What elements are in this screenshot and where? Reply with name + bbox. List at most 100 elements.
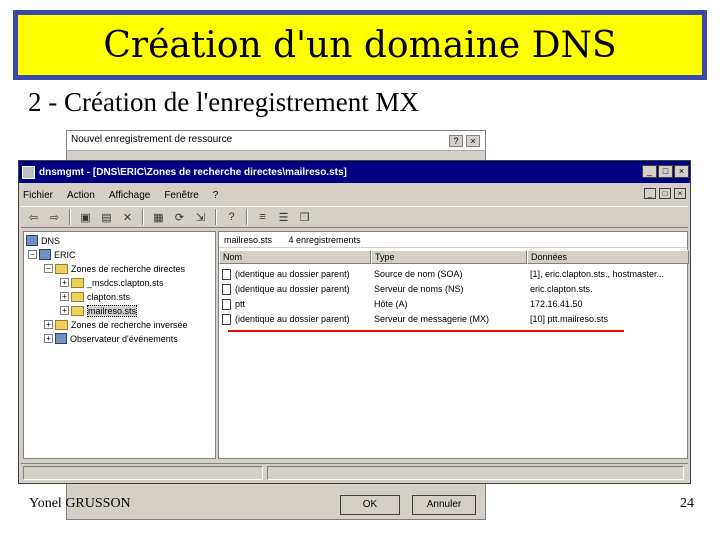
tree-item-forward-zones[interactable]: − Zones de recherche directes xyxy=(44,262,185,275)
tree-item-zone-clapton[interactable]: + clapton.sts xyxy=(60,290,130,303)
record-icon xyxy=(222,284,231,295)
child-close-button[interactable]: × xyxy=(674,188,686,199)
tree-item-zone-msdcs[interactable]: + _msdcs.clapton.sts xyxy=(60,276,164,289)
cell-name: (identique au dossier parent) xyxy=(235,269,350,279)
expand-icon[interactable]: + xyxy=(60,292,69,301)
expand-icon[interactable]: + xyxy=(60,278,69,287)
show-tree-icon[interactable]: ▤ xyxy=(98,209,115,225)
tree-label: mailreso.sts xyxy=(87,304,138,317)
maximize-button[interactable]: □ xyxy=(658,165,673,178)
collapse-icon[interactable]: − xyxy=(28,250,37,259)
cell-name: ptt xyxy=(235,299,246,309)
status-panel-right xyxy=(267,466,684,480)
menu-affichage[interactable]: Affichage xyxy=(109,190,151,201)
status-bar xyxy=(21,463,688,481)
tree-label: Observateur d'événements xyxy=(70,333,178,344)
column-header-type[interactable]: Type xyxy=(371,250,527,264)
child-maximize-button[interactable]: □ xyxy=(659,188,671,199)
dialog-help-button[interactable]: ? xyxy=(449,135,463,147)
cell-name: (identique au dossier parent) xyxy=(235,314,350,324)
tree-label: clapton.sts xyxy=(87,291,131,302)
record-icon xyxy=(222,299,231,310)
expand-icon[interactable]: + xyxy=(60,306,69,315)
menu-action[interactable]: Action xyxy=(67,190,95,201)
cell-data: eric.clapton.sts. xyxy=(530,284,593,294)
column-header-name[interactable]: Nom xyxy=(219,250,371,264)
menu-help[interactable]: ? xyxy=(213,190,219,201)
window-titlebar[interactable]: dnsmgmt - [DNS\ERIC\Zones de recherche d… xyxy=(19,161,690,183)
tree-item-reverse-zones[interactable]: + Zones de recherche inversée xyxy=(44,318,188,331)
close-button[interactable]: × xyxy=(674,165,689,178)
table-row[interactable]: ptt Hôte (A) 172.16.41.50 xyxy=(219,298,689,312)
menu-fichier[interactable]: Fichier xyxy=(23,190,53,201)
record-icon xyxy=(222,314,231,325)
tree-label: Zones de recherche inversée xyxy=(71,319,188,330)
cell-type: Serveur de messagerie (MX) xyxy=(374,314,490,324)
cell-name: (identique au dossier parent) xyxy=(235,284,350,294)
column-header-data[interactable]: Données xyxy=(527,250,689,264)
collapse-icon[interactable]: − xyxy=(44,264,53,273)
page-number: 24 xyxy=(680,496,694,511)
tree-item-zone-mailreso[interactable]: + mailreso.sts xyxy=(60,304,138,317)
help-icon[interactable]: ? xyxy=(223,209,240,225)
dns-console-window: dnsmgmt - [DNS\ERIC\Zones de recherche d… xyxy=(18,160,691,484)
folder-icon xyxy=(55,319,68,330)
toolbar-separator xyxy=(246,209,248,225)
dialog-close-button[interactable]: × xyxy=(466,135,480,147)
cell-type: Source de nom (SOA) xyxy=(374,269,463,279)
event-viewer-icon xyxy=(55,333,67,344)
table-row[interactable]: (identique au dossier parent) Serveur de… xyxy=(219,283,689,297)
cancel-button[interactable]: Annuler xyxy=(412,495,476,515)
tree-label: _msdcs.clapton.sts xyxy=(87,277,164,288)
column-headers: Nom Type Données xyxy=(219,250,689,264)
record-count: 4 enregistrements xyxy=(288,235,361,245)
record-icon[interactable]: ≡ xyxy=(254,209,271,225)
tree-item-event-viewer[interactable]: + Observateur d'événements xyxy=(44,332,178,345)
properties-icon[interactable]: ▦ xyxy=(150,209,167,225)
console-tree: DNS − ERIC − Zones de recherche directes… xyxy=(23,231,216,459)
list-header: mailreso.sts 4 enregistrements xyxy=(219,232,687,248)
table-row[interactable]: (identique au dossier parent) Serveur de… xyxy=(219,313,689,327)
delete-icon[interactable]: ✕ xyxy=(119,209,136,225)
zone-name: mailreso.sts xyxy=(224,235,273,245)
status-panel-left xyxy=(23,466,263,480)
toolbar: ⇦ ⇨ ▣ ▤ ✕ ▦ ⟳ ⇲ ? ≡ ☰ ❐ xyxy=(21,206,688,228)
child-minimize-button[interactable]: _ xyxy=(644,188,656,199)
forward-arrow-icon[interactable]: ⇨ xyxy=(46,209,63,225)
slide-subtitle: 2 - Création de l'enregistrement MX xyxy=(28,87,419,117)
expand-icon[interactable]: + xyxy=(44,334,53,343)
folder-icon xyxy=(55,263,68,274)
dns-icon xyxy=(26,235,38,246)
record-list-icon[interactable]: ☰ xyxy=(275,209,292,225)
toolbar-separator xyxy=(69,209,71,225)
toolbar-separator xyxy=(215,209,217,225)
menu-bar: Fichier Action Affichage Fenêtre ? xyxy=(19,185,619,205)
record-copy-icon[interactable]: ❐ xyxy=(296,209,313,225)
export-list-icon[interactable]: ⇲ xyxy=(192,209,209,225)
table-row[interactable]: (identique au dossier parent) Source de … xyxy=(219,268,689,282)
up-folder-icon[interactable]: ▣ xyxy=(77,209,94,225)
expand-icon[interactable]: + xyxy=(44,320,53,329)
server-icon xyxy=(39,249,51,260)
window-title: dnsmgmt - [DNS\ERIC\Zones de recherche d… xyxy=(39,166,347,178)
cell-type: Serveur de noms (NS) xyxy=(374,284,464,294)
record-icon xyxy=(222,269,231,280)
zone-icon xyxy=(71,305,84,316)
app-icon xyxy=(22,165,35,179)
tree-label: ERIC xyxy=(54,249,76,260)
minimize-button[interactable]: _ xyxy=(642,165,657,178)
zone-icon xyxy=(71,277,84,288)
cell-data: 172.16.41.50 xyxy=(530,299,583,309)
footer-author: Yonel GRUSSON xyxy=(29,496,131,511)
tree-item-dns[interactable]: DNS xyxy=(26,234,60,247)
toolbar-separator xyxy=(142,209,144,225)
records-list: mailreso.sts 4 enregistrements Nom Type … xyxy=(218,231,689,459)
ok-button[interactable]: OK xyxy=(340,495,400,515)
mx-highlight-underline xyxy=(228,330,624,332)
menu-fenetre[interactable]: Fenêtre xyxy=(164,190,198,201)
back-arrow-icon[interactable]: ⇦ xyxy=(25,209,42,225)
tree-item-server[interactable]: − ERIC xyxy=(28,248,76,261)
refresh-icon[interactable]: ⟳ xyxy=(171,209,188,225)
slide-title: Création d'un domaine DNS xyxy=(103,24,617,66)
dialog-title: Nouvel enregistrement de ressource xyxy=(67,131,485,151)
